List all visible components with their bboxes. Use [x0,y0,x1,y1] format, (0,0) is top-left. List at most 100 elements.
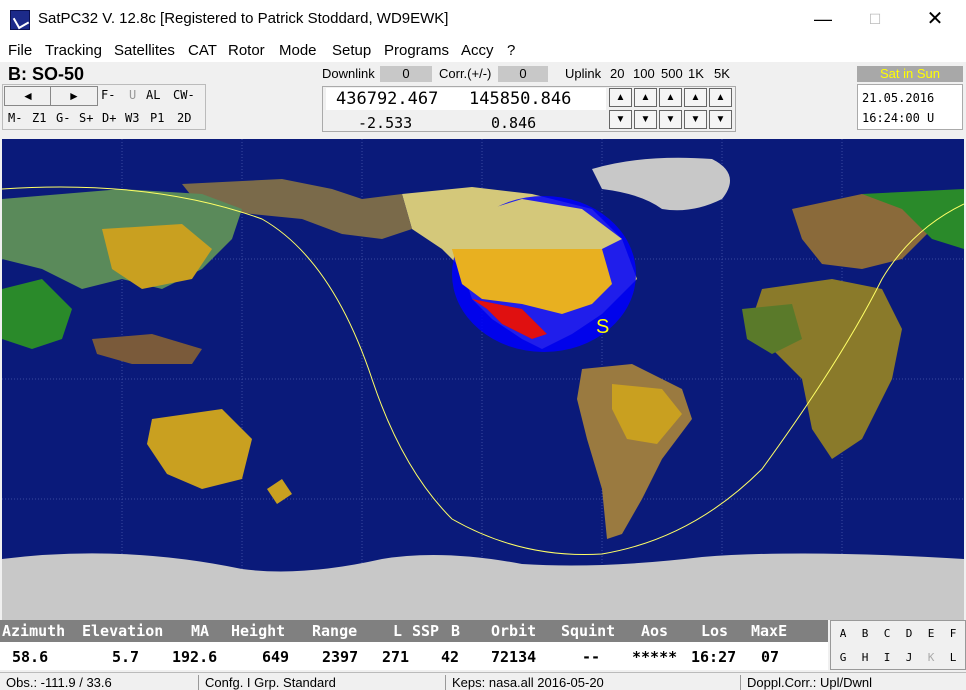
date-display: 21.05.2016 [862,91,935,105]
group-g-button[interactable]: G [837,651,849,664]
step-20[interactable]: 20 [610,66,624,81]
group-j-button[interactable]: J [903,651,915,664]
header-aos: Aos [641,622,669,640]
value-squint: -- [582,648,601,666]
option-s[interactable]: S+ [79,111,93,125]
group-h-button[interactable]: H [859,651,871,664]
menu-setup[interactable]: Setup [332,42,371,59]
step-500-up-button[interactable]: ▲ [659,88,682,107]
group-e-button[interactable]: E [925,627,937,640]
next-satellite-button[interactable]: ► [50,86,98,106]
value-los: 16:27 [691,648,737,666]
menu-cat[interactable]: CAT [188,42,217,59]
satellite-name: B: SO-50 [8,64,85,84]
keps-file: Keps: nasa.all 2016-05-20 [445,675,604,690]
uplink-doppler: 0.846 [491,114,537,132]
time-display: 16:24:00 U [862,111,935,125]
step-5k-up-button[interactable]: ▲ [709,88,732,107]
menu-help[interactable]: ? [507,42,515,59]
tracking-data-header: Azimuth Elevation MA Height Range L SSP … [0,620,828,642]
header-squint: Squint [561,622,616,640]
value-orbit: 72134 [491,648,537,666]
downlink-doppler: -2.533 [358,114,413,132]
group-a-button[interactable]: A [837,627,849,640]
header-l: L [393,622,403,640]
correction-value[interactable]: 0 [498,66,548,82]
option-2d[interactable]: 2D [177,111,191,125]
value-elevation: 5.7 [112,648,140,666]
option-g[interactable]: G- [56,111,70,125]
frequency-display: 436792.467 145850.846 [326,88,606,110]
menu-tracking[interactable]: Tracking [45,42,102,59]
group-b-button[interactable]: B [859,627,871,640]
group-c-button[interactable]: C [881,627,893,640]
antarctica-shape [2,553,964,620]
group-d-button[interactable]: D [903,627,915,640]
world-map[interactable]: S [2,139,964,620]
header-elevation: Elevation [82,622,164,640]
value-azimuth: 58.6 [12,648,49,666]
step-500-down-button[interactable]: ▼ [659,110,682,129]
option-w3[interactable]: W3 [125,111,139,125]
step-500[interactable]: 500 [661,66,683,81]
menu-bar: File Tracking Satellites CAT Rotor Mode … [0,38,966,62]
close-button[interactable]: ✕ [912,0,958,38]
maximize-button[interactable]: ☐ [852,0,898,38]
option-f[interactable]: F- [101,88,115,102]
window-title: SatPC32 V. 12.8c [Registered to Patrick … [38,10,449,27]
satellite-marker: S [596,316,609,338]
header-height: Height [231,622,286,640]
option-m[interactable]: M- [8,111,22,125]
menu-mode[interactable]: Mode [279,42,317,59]
option-u[interactable]: U [129,88,136,102]
minimize-button[interactable]: — [800,0,846,38]
group-l-button[interactable]: L [947,651,959,664]
menu-file[interactable]: File [8,42,32,59]
step-5k[interactable]: 5K [714,66,730,81]
prev-satellite-button[interactable]: ◄ [4,86,52,106]
step-100-up-button[interactable]: ▲ [634,88,657,107]
menu-accy[interactable]: Accy [461,42,494,59]
option-p1[interactable]: P1 [150,111,164,125]
group-k-button[interactable]: K [925,651,937,664]
group-i-button[interactable]: I [881,651,893,664]
app-satellite-icon[interactable] [10,10,30,30]
sat-in-sun-badge: Sat in Sun [857,66,963,82]
title-bar: SatPC32 V. 12.8c [Registered to Patrick … [0,0,966,38]
uplink-frequency: 145850.846 [469,89,572,109]
config-group: Confg. I Grp. Standard [198,675,336,690]
downlink-correction[interactable]: 0 [380,66,432,82]
header-azimuth: Azimuth [2,622,66,640]
header-los: Los [701,622,729,640]
step-100-down-button[interactable]: ▼ [634,110,657,129]
step-20-down-button[interactable]: ▼ [609,110,632,129]
header-orbit: Orbit [491,622,537,640]
option-cw[interactable]: CW- [173,88,195,102]
header-ssp: SSP [412,622,440,640]
step-5k-down-button[interactable]: ▼ [709,110,732,129]
step-1k-down-button[interactable]: ▼ [684,110,707,129]
menu-satellites[interactable]: Satellites [114,42,175,59]
option-d[interactable]: D+ [102,111,116,125]
step-1k-up-button[interactable]: ▲ [684,88,707,107]
step-100[interactable]: 100 [633,66,655,81]
option-z1[interactable]: Z1 [32,111,46,125]
downlink-label: Downlink [322,66,375,81]
header-b: B [451,622,461,640]
value-l: 271 [382,648,410,666]
datetime-panel: 21.05.2016 16:24:00 U [857,84,963,130]
observer-location: Obs.: -111.9 / 33.6 [6,675,112,690]
menu-programs[interactable]: Programs [384,42,449,59]
uplink-label: Uplink [565,66,602,81]
menu-rotor[interactable]: Rotor [228,42,265,59]
world-map-canvas: S [2,139,964,620]
option-al[interactable]: AL [146,88,160,102]
value-height: 649 [262,648,290,666]
value-ssp-b: 42 [441,648,460,666]
satellite-group-panel: A B C D E F G H I J K L [830,620,966,670]
step-1k[interactable]: 1K [688,66,704,81]
step-20-up-button[interactable]: ▲ [609,88,632,107]
group-f-button[interactable]: F [947,627,959,640]
header-maxe: MaxE [751,622,788,640]
header-ma: MA [191,622,210,640]
